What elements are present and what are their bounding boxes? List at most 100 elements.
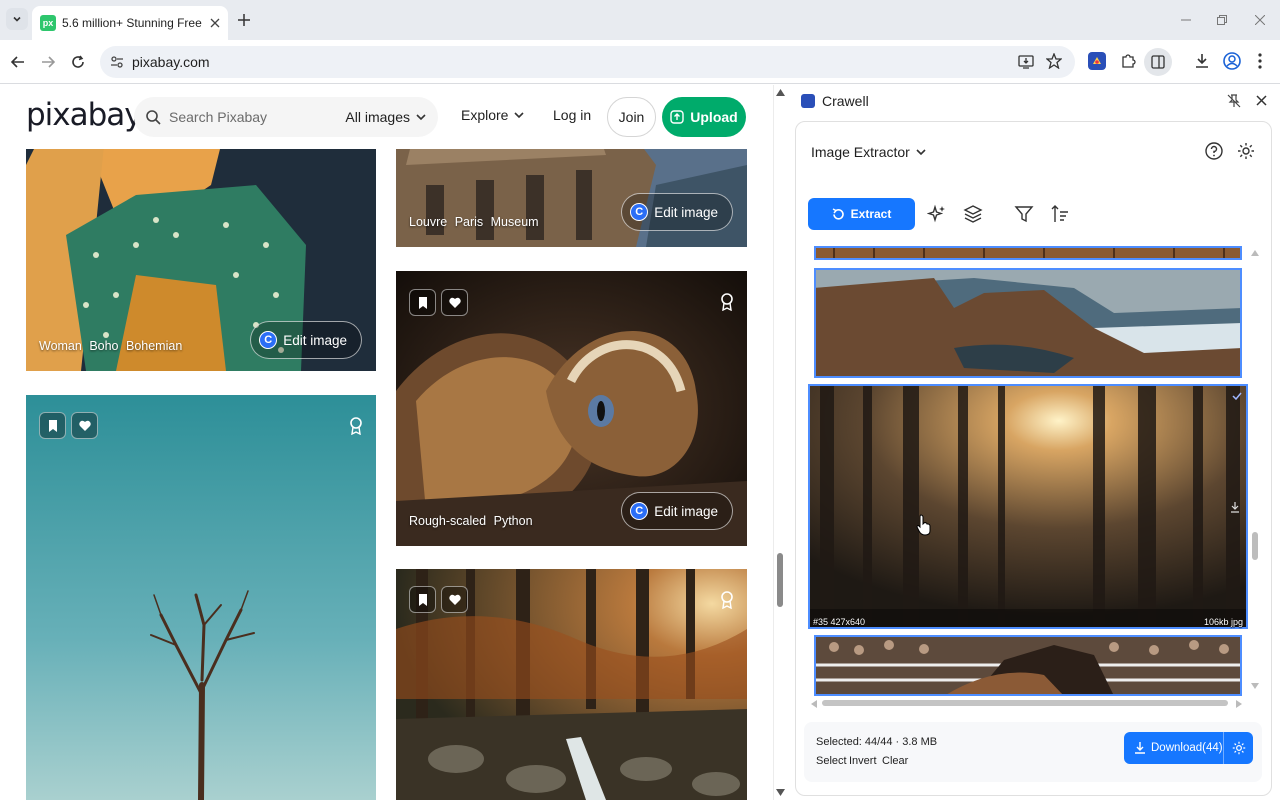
filter-icon[interactable] xyxy=(1014,204,1034,224)
upload-button[interactable]: Upload xyxy=(662,97,746,137)
crawell-extension-button[interactable] xyxy=(1088,52,1106,70)
upload-label: Upload xyxy=(690,109,738,125)
gallery-horizontal-scrollbar[interactable] xyxy=(808,696,1248,710)
active-tab[interactable]: px 5.6 million+ Stunning Free Imag xyxy=(32,6,228,40)
new-tab-button[interactable] xyxy=(234,10,254,30)
image-tags[interactable]: Louvre Paris Museum xyxy=(409,215,539,229)
upload-icon xyxy=(670,110,684,124)
scroll-up-arrow-icon[interactable] xyxy=(776,89,785,96)
explore-label: Explore xyxy=(461,107,509,123)
like-button[interactable] xyxy=(441,289,468,316)
image-gallery: #35 427x640 106kb jpg xyxy=(808,246,1248,696)
image-card-tree[interactable] xyxy=(26,395,376,800)
gallery-thumb[interactable] xyxy=(814,268,1242,378)
settings-gear-icon xyxy=(1232,741,1245,755)
back-button[interactable] xyxy=(8,52,28,72)
gallery-thumb-selected[interactable]: #35 427x640 106kb jpg xyxy=(808,384,1248,629)
bookmark-icon xyxy=(418,593,427,606)
download-settings-button[interactable] xyxy=(1224,732,1253,764)
bookmark-button[interactable] xyxy=(409,586,436,613)
join-button[interactable]: Join xyxy=(607,97,656,137)
pixabay-logo[interactable]: pixabay xyxy=(26,97,143,133)
gallery-vertical-scrollbar[interactable] xyxy=(1249,246,1261,696)
image-card-forest[interactable] xyxy=(396,569,747,800)
invert-link[interactable]: Invert xyxy=(849,755,877,767)
reload-button[interactable] xyxy=(68,52,88,72)
like-button[interactable] xyxy=(71,412,98,439)
image-tags[interactable]: Rough-scaled Python xyxy=(409,514,533,528)
tab-search-button[interactable] xyxy=(6,8,28,30)
profile-button[interactable] xyxy=(1222,51,1242,71)
image-card-woman[interactable]: Woman Boho Bohemian C Edit image xyxy=(26,125,376,371)
install-app-icon[interactable] xyxy=(1018,54,1034,70)
download-main[interactable]: Download(44) xyxy=(1124,732,1224,764)
sparkle-ai-icon[interactable] xyxy=(927,204,947,224)
crawell-icon xyxy=(1093,57,1101,64)
bookmark-button[interactable] xyxy=(39,412,66,439)
chevron-down-icon xyxy=(916,149,926,156)
canva-icon: C xyxy=(630,203,649,221)
edit-image-button[interactable]: C Edit image xyxy=(250,321,362,359)
extract-button[interactable]: Extract xyxy=(808,198,915,230)
address-bar[interactable]: pixabay.com xyxy=(100,46,1075,78)
forward-button[interactable] xyxy=(38,52,58,72)
download-icon xyxy=(1135,742,1145,754)
scroll-down-arrow-icon[interactable] xyxy=(1251,683,1259,689)
tool-label: Image Extractor xyxy=(811,144,910,160)
page-scroll-thumb[interactable] xyxy=(777,553,783,607)
star-bookmark-icon[interactable] xyxy=(1046,53,1062,69)
extractor-card: Image Extractor Extract #35 427x640 106k… xyxy=(795,121,1272,796)
download-icon[interactable] xyxy=(1230,502,1240,513)
menu-button[interactable] xyxy=(1252,51,1268,71)
bookmark-button[interactable] xyxy=(409,289,436,316)
tool-dropdown[interactable]: Image Extractor xyxy=(811,144,926,160)
gallery-thumb[interactable] xyxy=(814,635,1242,696)
chevron-down-icon xyxy=(514,112,525,119)
canva-icon: C xyxy=(259,331,278,349)
close-icon[interactable] xyxy=(210,18,220,28)
edit-image-button[interactable]: C Edit image xyxy=(621,193,733,231)
close-window-button[interactable] xyxy=(1250,10,1270,30)
clear-link[interactable]: Clear xyxy=(882,755,908,767)
select-link[interactable]: Select xyxy=(816,755,847,767)
scroll-left-arrow-icon[interactable] xyxy=(811,700,817,708)
gallery-hscroll-thumb[interactable] xyxy=(822,700,1228,706)
unpin-icon[interactable] xyxy=(1227,94,1241,108)
restore-button[interactable] xyxy=(1212,10,1232,30)
explore-menu[interactable]: Explore xyxy=(461,107,525,123)
award-icon xyxy=(350,417,362,435)
side-panel-button[interactable] xyxy=(1144,48,1172,76)
scroll-up-arrow-icon[interactable] xyxy=(1251,250,1259,256)
gallery-scroll-thumb[interactable] xyxy=(1252,532,1258,560)
scroll-right-arrow-icon[interactable] xyxy=(1236,700,1242,708)
crawell-side-panel: Crawell Image Extractor Extract #35 427x… xyxy=(787,85,1280,800)
close-icon[interactable] xyxy=(1256,95,1267,106)
plus-icon xyxy=(238,14,250,26)
search-scope-dropdown[interactable]: All images xyxy=(345,109,426,125)
search-input[interactable]: Search Pixabay xyxy=(169,109,345,125)
login-link[interactable]: Log in xyxy=(553,107,591,123)
sort-icon[interactable] xyxy=(1050,204,1070,224)
layers-icon[interactable] xyxy=(963,204,983,224)
downloads-button[interactable] xyxy=(1192,51,1212,71)
edit-image-label: Edit image xyxy=(283,332,347,348)
search-bar[interactable]: Search Pixabay All images xyxy=(134,97,438,137)
image-card-python[interactable]: Rough-scaled Python C Edit image xyxy=(396,271,747,546)
download-all-button[interactable]: Download(44) xyxy=(1124,732,1253,764)
minimize-icon xyxy=(1181,19,1191,21)
extensions-button[interactable] xyxy=(1118,51,1138,71)
site-info-icon[interactable] xyxy=(110,55,124,69)
edit-image-button[interactable]: C Edit image xyxy=(621,492,733,530)
settings-gear-icon[interactable] xyxy=(1237,142,1255,160)
minimize-button[interactable] xyxy=(1176,10,1196,30)
scroll-down-arrow-icon[interactable] xyxy=(776,789,785,796)
image-tags[interactable]: Woman Boho Bohemian xyxy=(39,339,182,353)
extract-label: Extract xyxy=(850,207,892,221)
help-icon[interactable] xyxy=(1205,142,1223,160)
page-scrollbar[interactable] xyxy=(773,85,787,800)
gallery-thumb[interactable] xyxy=(814,246,1242,260)
check-icon[interactable] xyxy=(1232,392,1242,400)
pixabay-favicon-icon: px xyxy=(40,15,56,31)
coast-thumb xyxy=(814,268,1242,378)
like-button[interactable] xyxy=(441,586,468,613)
